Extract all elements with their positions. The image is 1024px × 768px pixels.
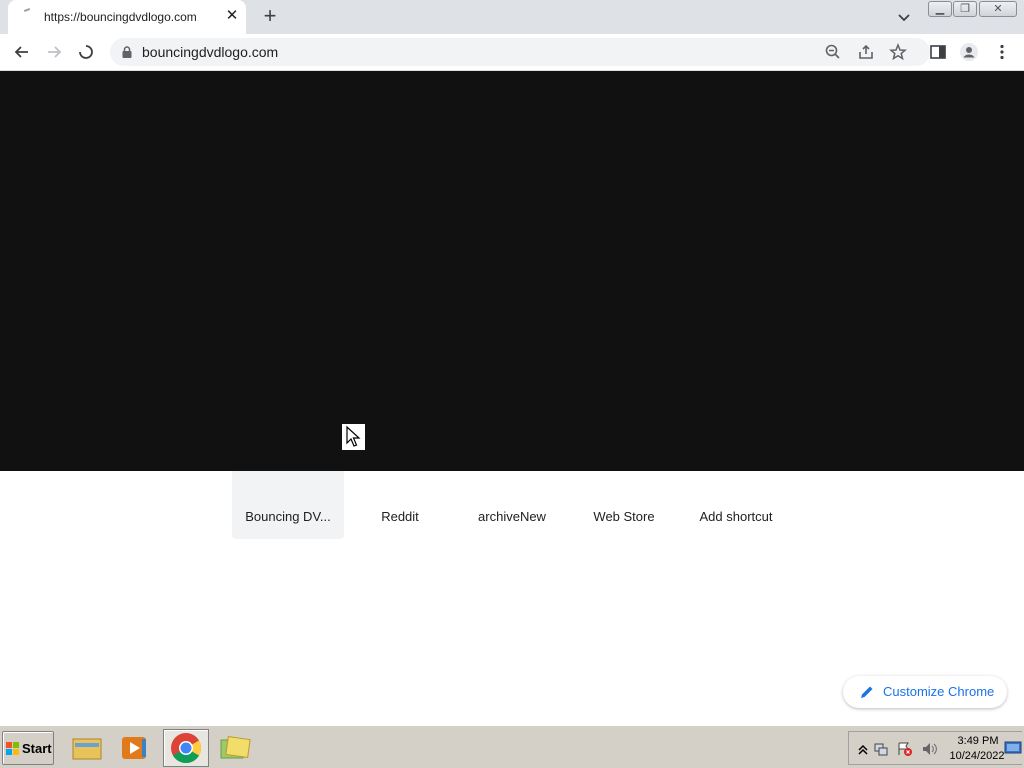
chrome-icon [171,733,202,764]
folder-icon [220,735,251,759]
new-tab-button[interactable]: + [259,5,281,27]
tab-close-icon[interactable]: ✕ [224,8,240,24]
back-arrow-icon[interactable] [12,42,32,62]
media-player-icon [122,737,146,759]
shortcut-label: archiveNew [478,509,546,524]
url-text[interactable]: bouncingdvdlogo.com [142,44,278,60]
tab-search-icon[interactable] [894,7,914,27]
screen: https://bouncingdvdlogo.com ✕ + ▁ ❐ ✕ bo… [0,0,1024,768]
loading-favicon-icon [22,9,38,25]
browser-toolbar: bouncingdvdlogo.com [0,34,1024,71]
taskbar-media-player[interactable] [112,729,158,767]
active-tab[interactable]: https://bouncingdvdlogo.com ✕ [8,0,246,34]
forward-arrow-icon[interactable] [44,42,64,62]
clock-time[interactable]: 3:49 PM [954,735,1002,747]
window-close-button[interactable]: ✕ [979,1,1017,17]
bookmark-star-icon[interactable] [888,42,908,62]
start-button[interactable]: Start [2,731,54,765]
mouse-cursor-icon [342,424,365,450]
profile-avatar-icon[interactable] [959,42,979,62]
zoom-out-icon[interactable] [823,42,843,62]
lock-icon[interactable] [120,45,134,59]
stop-loading-spinner-icon[interactable] [76,42,96,62]
show-hidden-icons-icon[interactable] [855,741,871,757]
shortcut-label: Reddit [381,509,419,524]
shortcut-label: Add shortcut [699,509,773,524]
address-bar[interactable]: bouncingdvdlogo.com [110,38,930,66]
taskbar-folder[interactable] [213,729,259,767]
windows-taskbar: Start 3:49 PM 10/24/2022 [0,725,1024,768]
customize-chrome-button[interactable]: Customize Chrome [843,676,1007,708]
taskbar-file-explorer[interactable] [64,729,110,767]
side-panel-icon[interactable] [928,42,948,62]
windows-flag-icon [6,742,20,756]
network-icon[interactable] [873,741,889,757]
customize-chrome-label: Customize Chrome [883,684,995,699]
window-restore-button[interactable]: ❐ [953,1,977,17]
video-overlay[interactable] [0,71,1024,471]
window-minimize-button[interactable]: ▁ [928,1,952,17]
shortcut-label: Web Store [593,509,655,524]
system-tray: 3:49 PM 10/24/2022 [848,731,1022,765]
taskbar-chrome[interactable] [163,729,209,767]
action-center-alert-icon[interactable] [897,741,913,757]
new-tab-page: Bouncing DV... Reddit archiveNew Web Sto… [0,71,1024,725]
tab-title: https://bouncingdvdlogo.com [44,10,197,24]
start-label: Start [22,741,52,756]
tab-strip: https://bouncingdvdlogo.com ✕ + ▁ ❐ ✕ [0,0,1024,34]
share-icon[interactable] [856,42,876,62]
shortcut-label: Bouncing DV... [245,509,331,524]
show-desktop-icon[interactable] [1004,740,1022,756]
pencil-icon [859,684,875,700]
clock-date[interactable]: 10/24/2022 [945,750,1009,762]
file-explorer-icon [72,738,102,760]
volume-icon[interactable] [921,741,937,757]
menu-kebab-icon[interactable] [992,42,1012,62]
